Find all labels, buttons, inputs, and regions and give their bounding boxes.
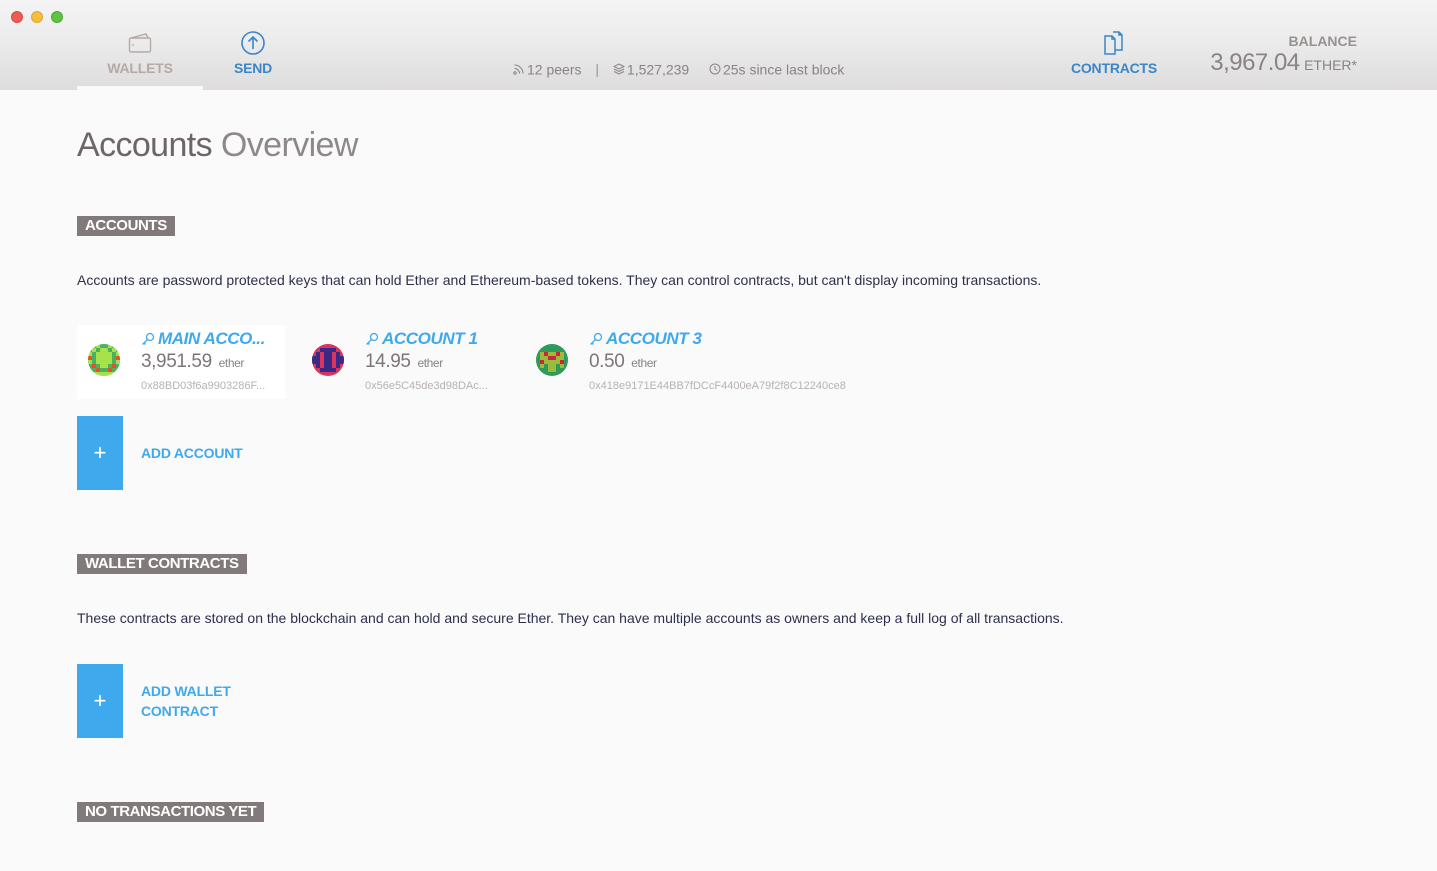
add-wallet-contract-button[interactable]: + xyxy=(77,664,123,738)
wallet-contracts-section-tag: WALLET CONTRACTS xyxy=(77,554,247,574)
account-card[interactable]: MAIN ACCO... 3,951.59 ether 0x88BD03f6a9… xyxy=(77,325,285,399)
add-wallet-contract-link[interactable]: ADD WALLET CONTRACT xyxy=(141,681,231,721)
account-name[interactable]: ACCOUNT 1 xyxy=(365,329,478,349)
top-bar: WALLETS SEND 12 peers | 1,527,239 25s si… xyxy=(0,0,1437,90)
network-status: 12 peers | 1,527,239 25s since last bloc… xyxy=(513,60,844,77)
wallet-contracts-description: These contracts are stored on the blockc… xyxy=(77,610,1064,626)
window-minimize-button[interactable] xyxy=(31,11,43,23)
page-title-sub: Overview xyxy=(220,126,359,164)
balance-value: 3,967.04 xyxy=(1210,49,1300,76)
peers-signal-icon xyxy=(513,64,524,75)
wallet-icon xyxy=(128,33,152,53)
balance-unit: ETHER* xyxy=(1304,57,1357,73)
block-number: 1,527,239 xyxy=(626,61,690,78)
add-account-link[interactable]: ADD ACCOUNT xyxy=(141,443,243,463)
account-balance: 0.50 ether xyxy=(589,351,657,372)
app-window: WALLETS SEND 12 peers | 1,527,239 25s si… xyxy=(0,0,1437,871)
account-address: 0x56e5C45de3d98DAc... xyxy=(365,380,488,392)
status-separator: | xyxy=(595,61,600,78)
add-account-button[interactable]: + xyxy=(77,416,123,490)
account-balance: 14.95 ether xyxy=(365,351,443,372)
account-identicon xyxy=(88,344,120,376)
documents-icon xyxy=(1104,31,1123,55)
nav-contracts-tab[interactable]: CONTRACTS xyxy=(1066,30,1162,90)
clock-icon xyxy=(709,63,721,75)
key-icon xyxy=(590,332,603,345)
page-title-main: Accounts xyxy=(77,126,213,164)
window-maximize-button[interactable] xyxy=(51,11,63,23)
time-since-last-block: 25s since last block xyxy=(722,61,845,78)
account-card[interactable]: ACCOUNT 1 14.95 ether 0x56e5C45de3d98DAc… xyxy=(301,325,509,399)
nav-wallets-label: WALLETS xyxy=(107,60,173,76)
page-title: Accounts Overview xyxy=(77,126,358,165)
key-icon xyxy=(366,332,379,345)
account-address: 0x88BD03f6a9903286F... xyxy=(141,380,266,392)
key-icon xyxy=(142,332,155,345)
nav-contracts-label: CONTRACTS xyxy=(1070,60,1158,76)
account-card[interactable]: ACCOUNT 3 0.50 ether 0x418e9171E44BB7fDC… xyxy=(525,325,865,399)
balance-label: BALANCE xyxy=(1288,33,1357,49)
account-name[interactable]: MAIN ACCO... xyxy=(141,329,265,349)
account-name[interactable]: ACCOUNT 3 xyxy=(589,329,702,349)
transactions-section-tag: NO TRANSACTIONS YET xyxy=(77,802,265,822)
window-close-button[interactable] xyxy=(11,11,23,23)
nav-send-tab[interactable]: SEND xyxy=(218,30,288,90)
nav-wallets-tab[interactable]: WALLETS xyxy=(77,30,203,90)
nav-send-label: SEND xyxy=(233,60,273,76)
total-balance: BALANCE 3,967.04 ETHER* xyxy=(1210,33,1357,77)
account-identicon xyxy=(312,344,344,376)
account-balance: 3,951.59 ether xyxy=(141,351,245,372)
peers-count: 12 peers xyxy=(527,61,582,78)
blocks-layers-icon xyxy=(612,63,626,75)
account-address: 0x418e9171E44BB7fDCcF4400eA79f2f8C12240c… xyxy=(589,380,846,392)
account-identicon xyxy=(536,344,568,376)
arrow-up-circle-icon xyxy=(241,31,265,55)
accounts-description: Accounts are password protected keys tha… xyxy=(77,272,1042,288)
accounts-section-tag: ACCOUNTS xyxy=(77,216,175,236)
